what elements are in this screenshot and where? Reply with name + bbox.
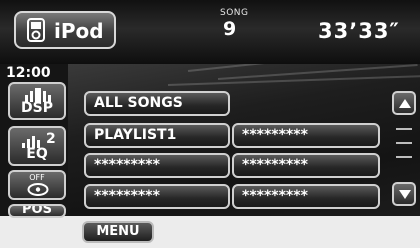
scroll-up-button[interactable] [392,91,416,115]
scroll-mark [396,128,412,130]
list-item-col2-3[interactable]: ********* [232,184,380,209]
scroll-down-button[interactable] [392,182,416,206]
list-item-col2-2[interactable]: ********* [232,153,380,178]
list-item-col1-4[interactable]: ********* [84,184,230,209]
menu-button[interactable]: MENU [82,221,154,243]
dsp-button[interactable]: DSP [8,82,66,120]
source-button[interactable]: iPod [14,11,116,49]
elapsed-time: 33’33″ [318,19,400,43]
eq-preset: 2 [46,131,56,147]
ipod-screen: iPod SONG 9 33’33″ 12:00 DSP 2 EQ OFF PO… [0,0,420,248]
scrollbar[interactable] [392,88,416,210]
left-control-column: 12:00 DSP 2 EQ OFF POS [0,64,68,218]
scroll-mark [396,142,412,144]
clock: 12:00 [6,65,51,81]
scroll-mark [396,156,412,158]
surround-icon [27,183,49,196]
list-item-col1-1[interactable]: ALL SONGS [84,91,230,116]
header-bar: iPod SONG 9 33’33″ [0,0,420,64]
song-number: 9 [223,18,237,40]
source-label: iPod [54,19,104,43]
triangle-down-icon [399,190,411,199]
eq-label: EQ [26,146,48,162]
triangle-up-icon [399,99,411,108]
pos-button[interactable]: POS [8,204,66,218]
song-caption: SONG [220,8,249,18]
eq-button[interactable]: 2 EQ [8,126,66,166]
song-list-panel: ALL SONGS PLAYLIST1 ********* ********* … [68,64,420,216]
pos-label: POS [22,204,52,217]
list-item-col1-3[interactable]: ********* [84,153,230,178]
background-streak [167,74,420,86]
list-item-col2-1[interactable]: ********* [232,123,380,148]
sound-toggle-button[interactable]: OFF [8,170,66,200]
dsp-label: DSP [21,100,53,116]
ipod-icon [27,18,45,42]
sound-status: OFF [29,173,45,182]
list-item-col1-2[interactable]: PLAYLIST1 [84,123,230,148]
